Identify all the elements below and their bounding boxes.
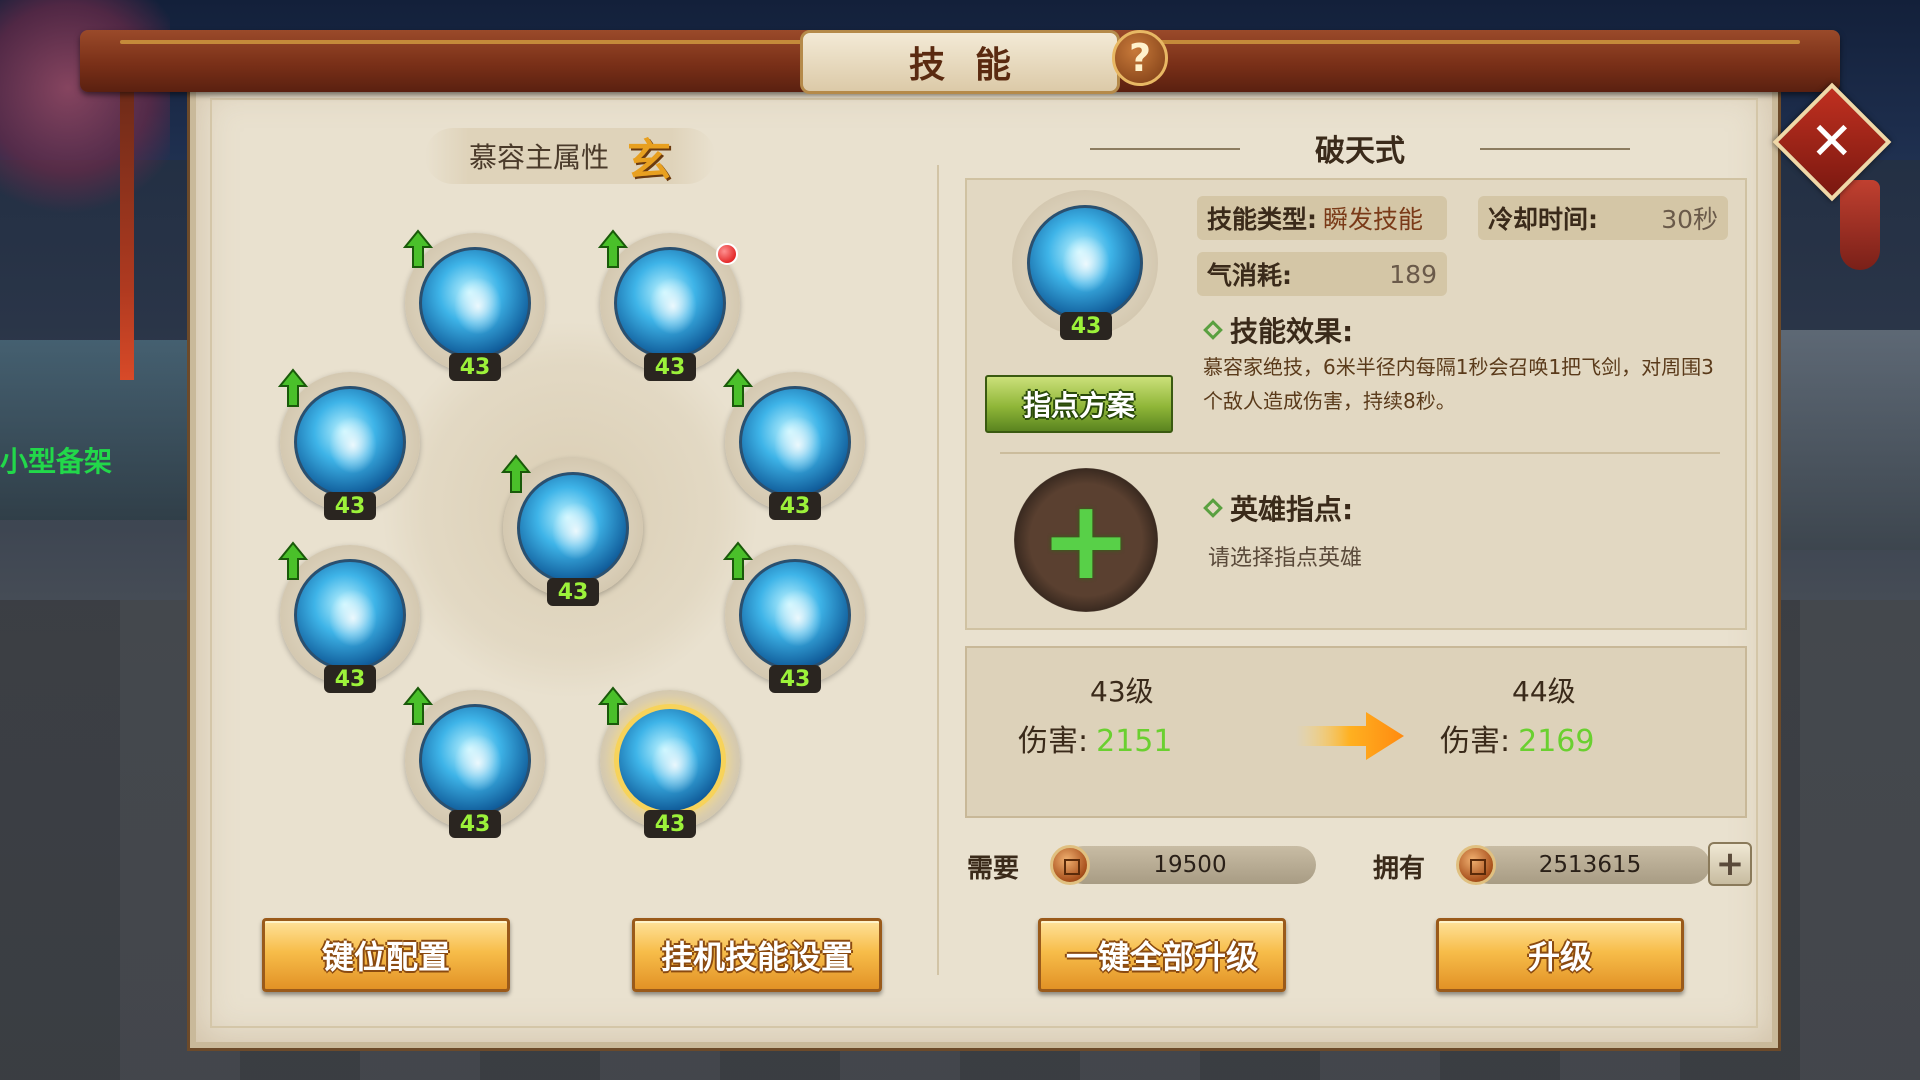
upgrade-arrow-icon bbox=[598, 686, 628, 725]
skill-level: 43 bbox=[324, 492, 376, 520]
own-label: 拥有 bbox=[1373, 854, 1426, 884]
qi-cost-value: 189 bbox=[1389, 259, 1437, 289]
skill-level: 43 bbox=[324, 665, 376, 693]
skill-slot-9[interactable]: 43 bbox=[598, 686, 740, 838]
upgrade-all-button[interactable]: 一键全部升级 bbox=[1038, 918, 1286, 992]
skill-sword-whirl-icon bbox=[419, 704, 531, 816]
effect-title: 技能效果: bbox=[1230, 315, 1354, 348]
current-level: 43级 bbox=[1090, 675, 1154, 708]
qi-cost-tag: 气消耗: 189 bbox=[1197, 252, 1447, 296]
npc-name-label: 小型备架 bbox=[0, 445, 113, 478]
skill-meditation-circle-icon bbox=[294, 386, 406, 498]
skill-slot-5[interactable]: 43 bbox=[501, 454, 643, 606]
title-plate: 技能 bbox=[800, 30, 1120, 94]
skill-slot-3[interactable]: 43 bbox=[278, 368, 420, 520]
attribute-value: 玄 bbox=[627, 135, 671, 186]
lantern-decoration bbox=[1840, 180, 1880, 270]
hero-guide-heading: 英雄指点: bbox=[1203, 488, 1354, 528]
skill-sword-dash-icon bbox=[419, 247, 531, 359]
effect-heading: 技能效果: bbox=[1203, 310, 1354, 350]
upgrade-button[interactable]: 升级 bbox=[1436, 918, 1684, 992]
skill-level: 43 bbox=[547, 578, 599, 606]
hero-guide-hint: 请选择指点英雄 bbox=[1208, 546, 1363, 571]
next-level: 44级 bbox=[1512, 675, 1576, 708]
skill-slot-4[interactable]: 43 bbox=[723, 368, 865, 520]
guide-plan-button[interactable]: 指点方案 bbox=[985, 375, 1173, 433]
skill-water-dance-icon bbox=[294, 559, 406, 671]
upgrade-arrow-icon bbox=[403, 686, 433, 725]
add-currency-button[interactable]: + bbox=[1708, 842, 1752, 886]
cooldown-key: 冷却时间: bbox=[1488, 205, 1598, 234]
damage-label: 伤害: bbox=[1440, 724, 1511, 759]
attribute-label: 慕容主属性 bbox=[468, 141, 609, 174]
effect-description: 慕容家绝技，6米半径内每隔1秒会召唤1把飞剑，对周围3个敌人造成伤害，持续8秒。 bbox=[1203, 355, 1714, 413]
skill-burst-icon bbox=[739, 559, 851, 671]
skill-slot-7[interactable]: 43 bbox=[723, 541, 865, 693]
current-damage-value: 2151 bbox=[1096, 724, 1173, 759]
coin-icon bbox=[1050, 845, 1090, 885]
own-amount: 2513615 bbox=[1538, 852, 1642, 878]
skill-name: 破天式 bbox=[1315, 134, 1405, 169]
qi-cost-key: 气消耗: bbox=[1207, 261, 1292, 290]
cooldown-tag: 冷却时间: 30秒 bbox=[1478, 196, 1728, 240]
skill-lightning-sword-icon bbox=[614, 247, 726, 359]
hero-guide-slot[interactable]: + bbox=[1014, 468, 1158, 612]
auto-skill-settings-button[interactable]: 挂机技能设置 bbox=[632, 918, 882, 992]
upgrade-arrow-icon bbox=[723, 368, 753, 407]
damage-label: 伤害: bbox=[1018, 724, 1089, 759]
skill-slot-8[interactable]: 43 bbox=[403, 686, 545, 838]
coin-icon bbox=[1456, 845, 1496, 885]
skill-level: 43 bbox=[644, 810, 696, 838]
plus-icon: + bbox=[1039, 476, 1133, 604]
skill-flying-swords-icon bbox=[614, 704, 726, 816]
skill-level: 43 bbox=[449, 353, 501, 381]
skill-level: 43 bbox=[449, 810, 501, 838]
cooldown-value: 30秒 bbox=[1661, 205, 1718, 234]
arrow-right-icon bbox=[1296, 712, 1404, 760]
panel-divider bbox=[937, 165, 939, 975]
upgrade-arrow-icon bbox=[501, 454, 531, 493]
skill-slot-1[interactable]: 43 bbox=[403, 229, 545, 381]
skill-slot-6[interactable]: 43 bbox=[278, 541, 420, 693]
skill-name-header: 破天式 bbox=[1090, 120, 1630, 176]
skill-type-tag: 技能类型: 瞬发技能 bbox=[1197, 196, 1447, 240]
diamond-bullet-icon bbox=[1203, 498, 1223, 518]
selected-skill-level: 43 bbox=[1060, 312, 1112, 340]
current-damage-row: 伤害: 2151 bbox=[1018, 716, 1172, 760]
own-amount-bar: 2513615 bbox=[1470, 846, 1710, 884]
upgrade-arrow-icon bbox=[403, 229, 433, 268]
skill-level: 43 bbox=[644, 353, 696, 381]
skill-palm-strike-icon bbox=[517, 472, 629, 584]
skill-type-value: 瞬发技能 bbox=[1323, 205, 1424, 234]
need-amount: 19500 bbox=[1153, 852, 1227, 878]
next-damage-row: 伤害: 2169 bbox=[1440, 716, 1594, 760]
info-divider bbox=[1000, 452, 1720, 454]
selected-skill-flying-swords-icon bbox=[1027, 205, 1143, 321]
attribute-banner: 慕容主属性 玄 bbox=[425, 128, 715, 186]
upgrade-arrow-icon bbox=[278, 368, 308, 407]
need-amount-bar: 19500 bbox=[1064, 846, 1316, 884]
skill-level: 43 bbox=[769, 665, 821, 693]
tassel-decoration bbox=[120, 80, 134, 380]
next-damage-value: 2169 bbox=[1518, 724, 1595, 759]
diamond-bullet-icon bbox=[1203, 320, 1223, 340]
skill-type-key: 技能类型: bbox=[1207, 205, 1317, 234]
key-config-button[interactable]: 键位配置 bbox=[262, 918, 510, 992]
skill-slot-2[interactable]: 43 bbox=[598, 229, 740, 381]
skill-energy-body-icon bbox=[739, 386, 851, 498]
selected-skill-icon-holder: 43 bbox=[1012, 190, 1158, 340]
background-railing-left bbox=[0, 340, 190, 520]
upgrade-arrow-icon bbox=[278, 541, 308, 580]
skill-level: 43 bbox=[769, 492, 821, 520]
help-icon[interactable]: ? bbox=[1112, 30, 1168, 86]
close-icon: ✕ bbox=[1810, 111, 1854, 172]
upgrade-arrow-icon bbox=[598, 229, 628, 268]
upgrade-arrow-icon bbox=[723, 541, 753, 580]
page-title: 技能 bbox=[908, 44, 1041, 86]
hero-guide-title: 英雄指点: bbox=[1230, 493, 1354, 526]
need-label: 需要 bbox=[967, 854, 1020, 884]
alert-dot-icon bbox=[716, 243, 738, 265]
